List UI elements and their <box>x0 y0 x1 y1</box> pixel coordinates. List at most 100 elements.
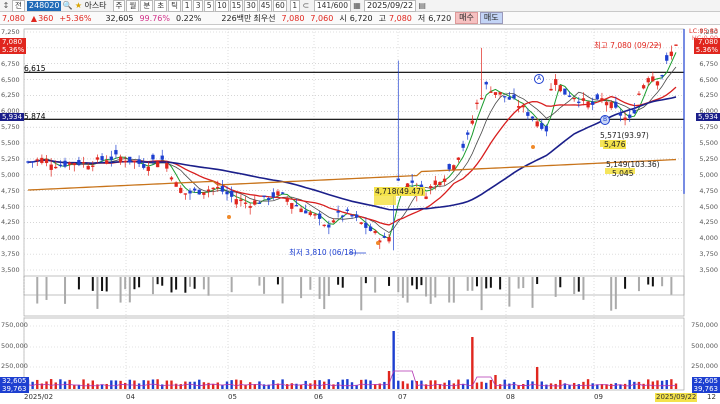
date-input[interactable]: 2025/09/22 <box>363 0 417 12</box>
x-label-06: 06 <box>314 393 323 401</box>
volume-bar <box>531 381 534 389</box>
link-icon[interactable]: ⊂ <box>301 1 311 11</box>
stock-chart[interactable] <box>0 25 720 404</box>
signal-bar <box>425 277 428 297</box>
circle-marker-a[interactable]: A <box>534 74 544 84</box>
signal-bar <box>128 277 131 303</box>
candle-body <box>30 161 35 163</box>
search-icon[interactable]: 🔍 <box>62 1 72 11</box>
low-annotation: 최저 3,810 (06/18) <box>289 248 357 257</box>
signal-bar <box>559 277 562 288</box>
signal-bar <box>364 277 367 284</box>
volume-bar <box>545 384 548 389</box>
volume-bar <box>383 381 386 389</box>
signal-bar <box>230 277 233 293</box>
candle-body <box>572 97 576 100</box>
candle-body <box>118 156 123 163</box>
sell-button[interactable]: 매도 <box>479 12 503 24</box>
volume-bar <box>128 379 132 389</box>
price-tick-right: 4,500 <box>699 202 718 211</box>
interval-45-button[interactable]: 45 <box>258 0 273 12</box>
candle-body <box>600 98 604 101</box>
candle-body <box>424 196 428 199</box>
circle-marker-b[interactable]: B <box>600 115 610 125</box>
volume-bar <box>670 379 673 389</box>
volume-bar <box>179 384 182 389</box>
period-weekly-button[interactable]: 주 <box>112 0 126 12</box>
interval-1-button[interactable]: 1 <box>182 0 193 12</box>
candle-body <box>188 190 192 194</box>
candle-body <box>91 165 95 167</box>
low-label: 저 <box>417 13 426 23</box>
volume-bar <box>286 384 289 389</box>
interval-3-button[interactable]: 3 <box>193 0 204 12</box>
candle-body <box>197 189 201 195</box>
candle-body <box>58 164 63 167</box>
period-monthly-button[interactable]: 월 <box>126 0 140 12</box>
change-percent: +5.36% <box>59 13 92 23</box>
signal-bar <box>119 277 122 303</box>
price-tick-right: 5,250 <box>699 154 718 163</box>
current-price: 7,080 <box>2 13 25 23</box>
stock-code-input[interactable]: 248020 <box>26 0 62 11</box>
interval-10-button[interactable]: 10 <box>215 0 229 12</box>
box-annotation-3: 5,149(103.36) <box>606 160 660 169</box>
signal-bar <box>637 277 640 292</box>
turnover-percent: 0.22% <box>175 13 202 23</box>
interval-60-button[interactable]: 60 <box>273 0 287 12</box>
signal-bar <box>202 277 205 290</box>
candle-body <box>128 156 132 163</box>
volume-bar <box>591 383 594 389</box>
volume-bar <box>156 379 159 389</box>
candle-body <box>285 198 289 202</box>
candle-body <box>387 237 391 242</box>
period-minute-button[interactable]: 분 <box>140 0 154 12</box>
candle-body <box>577 101 581 104</box>
updown-arrow-icon[interactable]: ↕ <box>1 1 11 11</box>
candle-body <box>68 162 72 165</box>
volume-bar <box>309 383 312 389</box>
interval-15-button[interactable]: 15 <box>229 0 244 12</box>
signal-bar <box>522 277 525 289</box>
market-type-select[interactable]: 전 <box>12 0 25 12</box>
volume-bar <box>647 379 650 389</box>
volume-tick-left-2: 500,000 <box>1 342 28 350</box>
star-icon[interactable]: ★ <box>73 1 83 11</box>
candle-body <box>604 102 609 106</box>
volume-bar <box>401 381 405 389</box>
interval-30-button[interactable]: 30 <box>244 0 258 12</box>
right-support-badge: 5,934 <box>695 113 720 121</box>
candle-body <box>433 180 437 185</box>
candle-body <box>484 81 488 85</box>
volume-tick-right-1: 750,000 <box>691 321 718 329</box>
price-tick-right: 5,500 <box>699 139 718 148</box>
signal-bar <box>429 277 432 304</box>
volume-bar <box>248 382 252 389</box>
signal-bar <box>337 277 340 285</box>
calendar-icon[interactable]: ▦ <box>352 1 362 11</box>
volume-bar <box>91 380 94 389</box>
candle-body <box>280 192 285 194</box>
buy-button[interactable]: 매수 <box>455 12 478 24</box>
volume-bar <box>40 383 44 389</box>
volume-ratio: 99.76% <box>139 13 170 23</box>
volume-tick-left-1: 750,000 <box>1 321 28 329</box>
box-annotation-2: 5,571(93.97) <box>600 131 649 140</box>
candle-body <box>26 161 30 163</box>
candle-body <box>567 95 572 97</box>
candle-body <box>544 125 549 132</box>
volume-bar <box>207 382 210 389</box>
candle-body <box>230 190 234 197</box>
candle-body <box>655 81 660 86</box>
candle-body <box>174 182 178 187</box>
signal-bar <box>189 277 191 287</box>
unit-input[interactable]: 1 <box>289 0 300 12</box>
period-tick-button[interactable]: 틱 <box>168 0 182 12</box>
candle-body <box>86 165 90 170</box>
calendar-picker-icon[interactable]: ▤ <box>417 1 427 11</box>
change-up-icon: ▲ <box>30 13 38 23</box>
candle-body <box>479 97 484 100</box>
interval-5-button[interactable]: 5 <box>204 0 215 12</box>
period-second-button[interactable]: 초 <box>154 0 168 12</box>
candle-body <box>151 154 155 160</box>
